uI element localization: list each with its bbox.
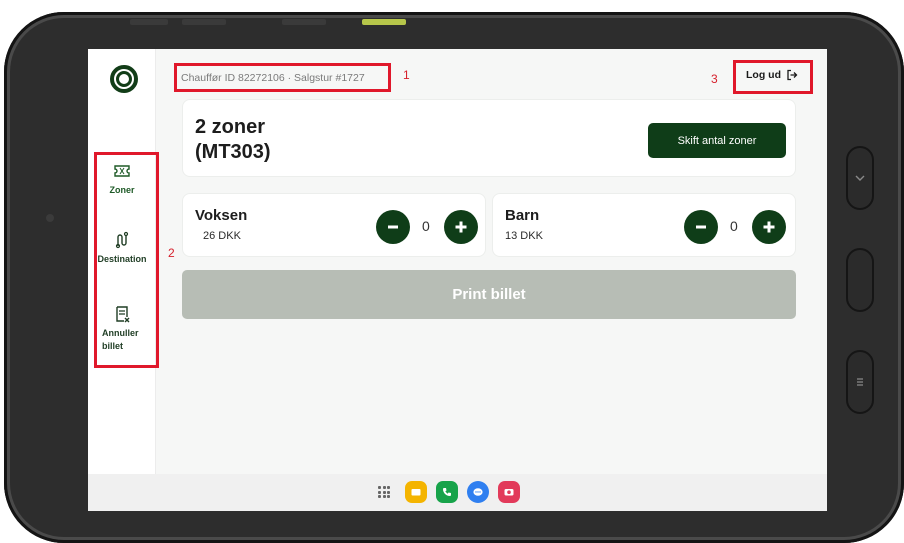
side-key	[362, 19, 406, 25]
adult-count: 0	[422, 218, 430, 234]
zone-title: 2 zoner (MT303)	[195, 115, 271, 165]
passenger-type: Voksen	[195, 207, 248, 224]
zone-card: 2 zoner (MT303) Skift antal zoner	[182, 99, 796, 177]
minus-icon	[696, 225, 706, 229]
annotation-number-2: 2	[168, 246, 175, 260]
passenger-price: 26 DKK	[203, 230, 241, 242]
back-key-icon[interactable]	[846, 146, 874, 210]
increase-adult-button[interactable]	[444, 210, 478, 244]
phone-icon[interactable]	[436, 481, 458, 503]
logo-icon	[110, 65, 138, 93]
home-key[interactable]	[846, 248, 874, 312]
passenger-price: 13 DKK	[505, 230, 543, 242]
taskbar	[88, 474, 827, 511]
passenger-card-adult: Voksen 26 DKK 0	[182, 193, 486, 257]
volume-button-2	[182, 19, 226, 25]
increase-child-button[interactable]	[752, 210, 786, 244]
folder-icon[interactable]	[405, 481, 427, 503]
annotation-box-1	[174, 63, 391, 92]
annotation-number-1: 1	[403, 68, 410, 82]
main-content: Chauffør ID 82272106 · Salgstur #1727 Lo…	[156, 49, 827, 474]
decrease-child-button[interactable]	[684, 210, 718, 244]
annotation-box-3	[733, 60, 813, 94]
change-zones-button[interactable]: Skift antal zoner	[648, 123, 786, 158]
messages-icon[interactable]	[467, 481, 489, 503]
annotation-number-3: 3	[711, 72, 718, 86]
camera-app-icon[interactable]	[498, 481, 520, 503]
passenger-type: Barn	[505, 207, 540, 224]
annotation-box-2	[94, 152, 159, 368]
volume-button	[130, 19, 168, 25]
plus-icon	[455, 221, 467, 233]
menu-key-icon[interactable]	[846, 350, 874, 414]
zone-count: 2 zoner	[195, 116, 266, 138]
print-ticket-button[interactable]: Print billet	[182, 270, 796, 319]
child-count: 0	[730, 218, 738, 234]
app-screen: Zoner Destination Annuller billet Chauff…	[88, 49, 827, 511]
power-button	[282, 19, 326, 25]
minus-icon	[388, 225, 398, 229]
passenger-card-child: Barn 13 DKK 0	[492, 193, 796, 257]
plus-icon	[763, 221, 775, 233]
zone-code: (MT303)	[195, 141, 271, 163]
front-camera	[46, 214, 54, 222]
app-drawer-icon[interactable]	[378, 486, 390, 498]
decrease-adult-button[interactable]	[376, 210, 410, 244]
